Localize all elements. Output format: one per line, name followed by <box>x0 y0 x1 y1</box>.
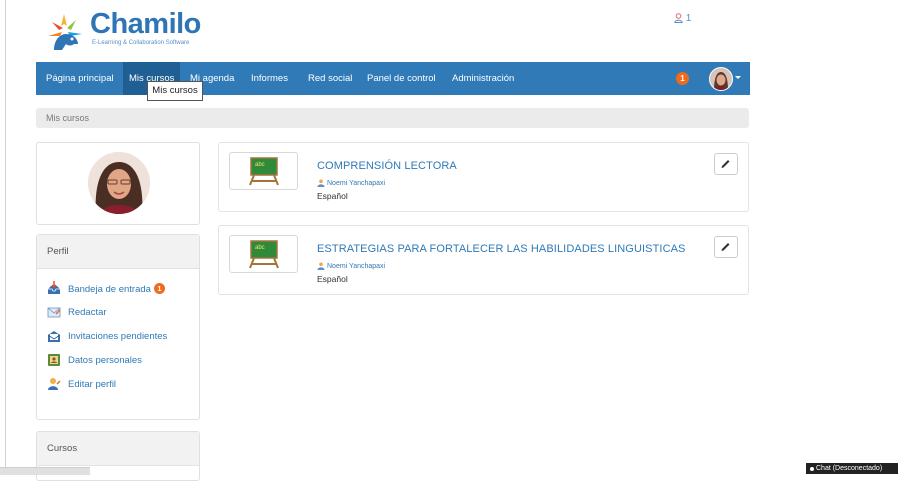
header: Chamilo E-Learning & Collaboration Softw… <box>6 0 751 60</box>
personal-data-icon <box>48 354 60 366</box>
edit-course-button[interactable] <box>714 153 738 175</box>
chalkboard-icon: abc <box>249 157 279 186</box>
chat-label: Chat (Desconectado) <box>816 465 883 472</box>
menu-compose-label: Redactar <box>68 307 107 318</box>
nav-administration[interactable]: Administración <box>452 62 514 95</box>
user-icon <box>674 13 683 23</box>
chamilo-mascot-icon <box>48 14 82 50</box>
user-picture-panel <box>36 142 200 225</box>
inbox-icon <box>48 281 60 294</box>
menu-edit-profile-label: Editar perfil <box>68 379 117 390</box>
pencil-icon <box>721 160 730 168</box>
course-teacher[interactable]: Noemi Yanchapaxi <box>317 179 385 187</box>
user-profile-picture[interactable] <box>88 152 150 214</box>
course-title-link[interactable]: COMPRENSIÓN LECTORA <box>317 160 457 172</box>
course-thumbnail[interactable]: abc <box>229 235 298 273</box>
chat-status-icon <box>810 467 814 471</box>
teacher-icon <box>317 262 325 270</box>
course-card: abc COMPRENSIÓN LECTORA Noemi Yanchapaxi… <box>218 142 749 212</box>
inbox-badge: 1 <box>153 283 165 294</box>
profile-photo-icon <box>88 152 150 214</box>
chevron-down-icon[interactable] <box>735 76 741 79</box>
online-count: 1 <box>685 13 692 24</box>
teacher-icon <box>317 179 325 187</box>
notifications-badge[interactable]: 1 <box>676 72 689 85</box>
avatar-photo-icon <box>710 68 732 90</box>
profile-panel: Perfil Bandeja de entrada 1 Redactar Invi… <box>36 234 200 420</box>
chat-bar[interactable]: Chat (Desconectado) <box>806 463 898 474</box>
main-navbar: Página principal Mis cursos Mi agenda In… <box>36 62 750 95</box>
online-users[interactable]: 1 <box>674 13 691 24</box>
menu-personal-data-label: Datos personales <box>68 355 142 366</box>
course-language: Español <box>317 274 348 284</box>
profile-panel-title: Perfil <box>37 235 199 269</box>
compose-icon <box>47 307 61 318</box>
nav-reports[interactable]: Informes <box>251 62 288 95</box>
course-language: Español <box>317 191 348 201</box>
chalkboard-icon: abc <box>249 240 279 269</box>
nav-home[interactable]: Página principal <box>46 62 114 95</box>
svg-text:abc: abc <box>255 245 265 251</box>
course-teacher[interactable]: Noemi Yanchapaxi <box>317 262 385 270</box>
course-title-link[interactable]: ESTRATEGIAS PARA FORTALECER LAS HABILIDA… <box>317 243 686 255</box>
logo-tagline: E-Learning & Collaboration Software <box>92 40 190 46</box>
course-teacher-name: Noemi Yanchapaxi <box>327 180 386 187</box>
user-avatar-menu[interactable] <box>709 67 733 91</box>
course-teacher-name: Noemi Yanchapaxi <box>327 263 386 270</box>
chamilo-logo[interactable]: Chamilo E-Learning & Collaboration Softw… <box>44 8 204 52</box>
course-thumbnail[interactable]: abc <box>229 152 298 190</box>
window-edge <box>0 0 6 474</box>
menu-inbox-label: Bandeja de entrada <box>68 284 151 295</box>
logo-text: Chamilo <box>90 8 201 40</box>
courses-panel-title: Cursos <box>37 432 199 466</box>
tooltip: Mis cursos <box>147 81 203 101</box>
edit-profile-icon <box>48 378 61 390</box>
menu-invitations-label: Invitaciones pendientes <box>68 331 168 342</box>
invitations-icon <box>47 331 61 342</box>
edit-course-button[interactable] <box>714 236 738 258</box>
course-card: abc ESTRATEGIAS PARA FORTALECER LAS HABI… <box>218 225 749 295</box>
nav-social-network[interactable]: Red social <box>308 62 352 95</box>
svg-text:abc: abc <box>255 162 265 168</box>
pencil-icon <box>721 243 730 251</box>
nav-dashboard[interactable]: Panel de control <box>367 62 436 95</box>
breadcrumb: Mis cursos <box>36 108 749 128</box>
